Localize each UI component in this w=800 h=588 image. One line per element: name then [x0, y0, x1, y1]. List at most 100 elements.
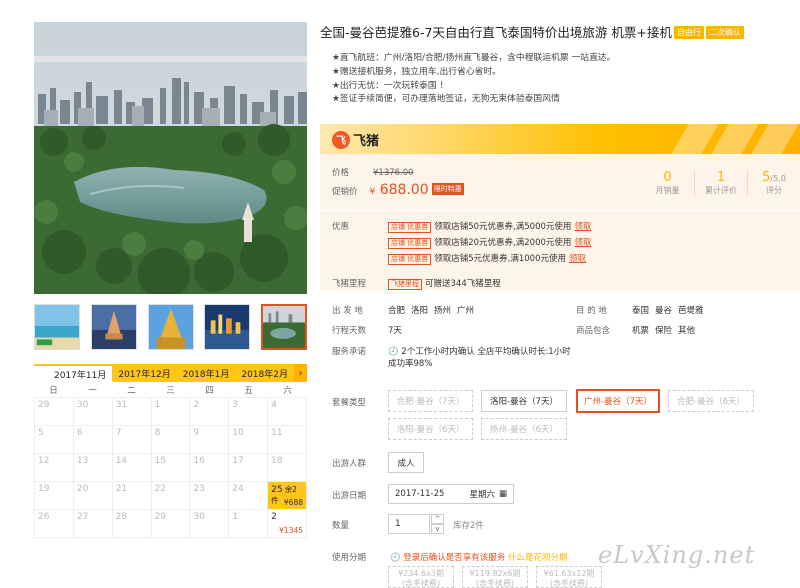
calendar-day: 13 — [73, 454, 113, 482]
quantity-decrease-icon[interactable]: v — [431, 524, 444, 534]
calendar-month-tabs: 2017年11月 2017年12月 2018年1月 2018年2月 › — [34, 364, 307, 382]
calendar-day: 8 — [151, 426, 191, 454]
promo-price-row: 促销价 ¥ 688.00 限时特惠 — [332, 182, 464, 198]
calendar-day: 22 — [151, 482, 191, 510]
promo-price: ¥ 688.00 — [369, 182, 429, 198]
departure-cities: 合肥 洛阳 扬州 广州 — [388, 306, 475, 316]
quantity-label: 数量 — [332, 521, 350, 531]
thumbnail-strip — [34, 304, 307, 350]
days-label: 行程天数 — [332, 326, 367, 336]
original-price: ¥1376.00 — [373, 168, 414, 178]
calendar-day: 11 — [268, 426, 307, 454]
calendar-day: 17 — [229, 454, 269, 482]
tag-free-travel: 自由行 — [673, 26, 704, 39]
calendar-day: 3 — [229, 398, 269, 426]
claim-coupon-link[interactable]: 领取 — [574, 238, 591, 248]
calendar-weekday-header: 日 一 二 三 四 五 六 — [34, 382, 307, 398]
calendar-day: 27 — [73, 510, 113, 538]
calendar-day: 20 — [73, 482, 113, 510]
calendar-day: 30 — [190, 510, 230, 538]
calendar-tab-month-3[interactable]: 2018年1月 — [177, 364, 236, 382]
weekday-label: 四 — [205, 385, 214, 396]
installment-option-3[interactable]: ¥234.6x3期 (含手续费) — [388, 566, 454, 588]
service-label: 服务承诺 — [332, 347, 367, 357]
installment-label: 使用分期 — [332, 553, 367, 563]
quantity-increase-icon[interactable]: ^ — [431, 514, 444, 524]
installment-option-6[interactable]: ¥119.82x6期 (含手续费) — [462, 566, 528, 588]
price-label: 价格 — [332, 168, 350, 178]
claim-coupon-link[interactable]: 领取 — [569, 254, 586, 264]
product-stats: 0 月销量 1 累计评价 5/5.0 评分 — [641, 170, 800, 196]
feature-item: ★出行无忧：一次玩转泰国 ！ — [332, 80, 449, 91]
calendar-tab-month-2[interactable]: 2017年12月 — [112, 364, 176, 382]
installment-option-12[interactable]: ¥61.63x12期 (含手续费) — [536, 566, 602, 588]
traveler-label: 出游人群 — [332, 459, 367, 469]
calendar-tab-month-1[interactable]: 2017年11月 — [34, 364, 113, 382]
product-main-image — [34, 22, 307, 294]
calendar-day: 1 — [151, 398, 191, 426]
thumbnail-beach[interactable] — [34, 304, 80, 350]
miles-label: 飞猪里程 — [332, 279, 367, 289]
miles-value: 飞猪里程 可赠送344飞猪里程 — [388, 277, 501, 290]
tag-second-confirm: 二次确认 — [705, 26, 744, 39]
calendar-day: 7 — [112, 426, 152, 454]
calendar-day: 16 — [190, 454, 230, 482]
package-option[interactable]: 合肥-曼谷（6天） — [668, 390, 754, 412]
package-option[interactable]: 洛阳-曼谷（7天） — [481, 390, 567, 412]
claim-coupon-link[interactable]: 领取 — [574, 222, 591, 232]
package-option[interactable]: 合肥-曼谷（7天） — [388, 390, 473, 412]
calendar-day-selected[interactable]: 25 余2件 ¥688 — [268, 482, 307, 510]
installment-help-link[interactable]: 什么是花呗分期 — [508, 553, 568, 563]
thumbnail-park-aerial[interactable] — [261, 304, 307, 350]
calendar-day: 5 — [35, 426, 74, 454]
calendar-day: 4 — [268, 398, 307, 426]
calendar-day-grid: 29 30 31 1 2 3 4 5 6 7 8 9 10 11 12 13 14 15 16 17 18 19 20 21 2… — [34, 398, 307, 538]
original-price-row: 价格 ¥1376.00 — [332, 166, 414, 178]
includes-value: 机票 保险 其他 — [632, 326, 696, 336]
stat-rating: 5/5.0 评分 — [747, 170, 800, 196]
feature-list: ★直飞航班：广州/洛阳/合肥/扬州直飞曼谷，含中程联运机票 一站直达。 ★赠送接… — [332, 52, 615, 107]
weekday-label: 二 — [127, 385, 136, 396]
brand-banner: 飞 飞猪 — [320, 124, 800, 154]
product-title-text: 全国-曼谷芭提雅6-7天自由行直飞泰国特价出境旅游 机票+接机 — [320, 25, 672, 40]
stat-reviews[interactable]: 1 累计评价 — [694, 170, 747, 196]
calendar-day: 23 — [190, 482, 230, 510]
thumbnail-city-night[interactable] — [204, 304, 251, 350]
thumbnail-golden-temple[interactable] — [147, 304, 194, 350]
calendar-next-arrow-icon[interactable]: › — [294, 364, 307, 382]
site-watermark: eLvXing.net — [598, 541, 756, 569]
calendar-day: 26 — [35, 510, 74, 538]
service-success-rate: 成功率98% — [388, 359, 433, 369]
calendar-day: 15 — [151, 454, 191, 482]
calendar-day[interactable]: 2 ¥1345 — [268, 510, 307, 538]
coupon-label: 优惠 — [332, 222, 350, 232]
weekday-label: 一 — [88, 385, 97, 396]
weekday-label: 三 — [166, 385, 175, 396]
fliggy-logo-icon: 飞 — [332, 130, 350, 149]
coupon-item: 店铺 优惠券 领取店铺5元优惠券,满1000元使用 领取 — [388, 251, 591, 267]
brand-name: 飞猪 — [353, 134, 380, 149]
thumbnail-temple-sunset[interactable] — [90, 304, 137, 350]
package-option-selected[interactable]: 广州-曼谷（7天） — [576, 389, 660, 413]
calendar-day: 2 — [190, 398, 230, 426]
calendar-tab-month-4[interactable]: 2018年2月 — [235, 364, 294, 382]
package-option[interactable]: 洛阳-曼谷（6天） — [388, 418, 473, 440]
quantity-input[interactable]: 1 — [388, 514, 430, 534]
coupon-item: 店铺 优惠券 领取店铺50元优惠券,满5000元使用 领取 — [388, 219, 591, 235]
calendar-day: 21 — [112, 482, 152, 510]
coupon-panel: 优惠 店铺 优惠券 领取店铺50元优惠券,满5000元使用 领取 店铺 优惠券 领取店… — [320, 210, 800, 290]
feature-item: ★签证手续简便，可办理落地签证，无狗无束体验泰国风情 — [332, 94, 560, 105]
traveler-adult-option[interactable]: 成人 — [388, 452, 424, 473]
package-label: 套餐类型 — [332, 398, 367, 408]
calendar-day: 14 — [112, 454, 152, 482]
calendar-day: 19 — [35, 482, 74, 510]
travel-date-input[interactable]: 2017-11-25 星期六 ▦ — [388, 484, 514, 504]
calendar-day: 12 — [35, 454, 74, 482]
calendar-day: 29 — [151, 510, 191, 538]
coupon-list: 店铺 优惠券 领取店铺50元优惠券,满5000元使用 领取 店铺 优惠券 领取店铺20… — [388, 219, 591, 267]
weekday-label: 六 — [283, 385, 292, 396]
package-option[interactable]: 扬州-曼谷（6天） — [481, 418, 567, 440]
calendar-day: 30 — [73, 398, 113, 426]
calendar-icon: ▦ — [498, 489, 507, 499]
coupon-item: 店铺 优惠券 领取店铺20元优惠券,满2000元使用 领取 — [388, 235, 591, 251]
